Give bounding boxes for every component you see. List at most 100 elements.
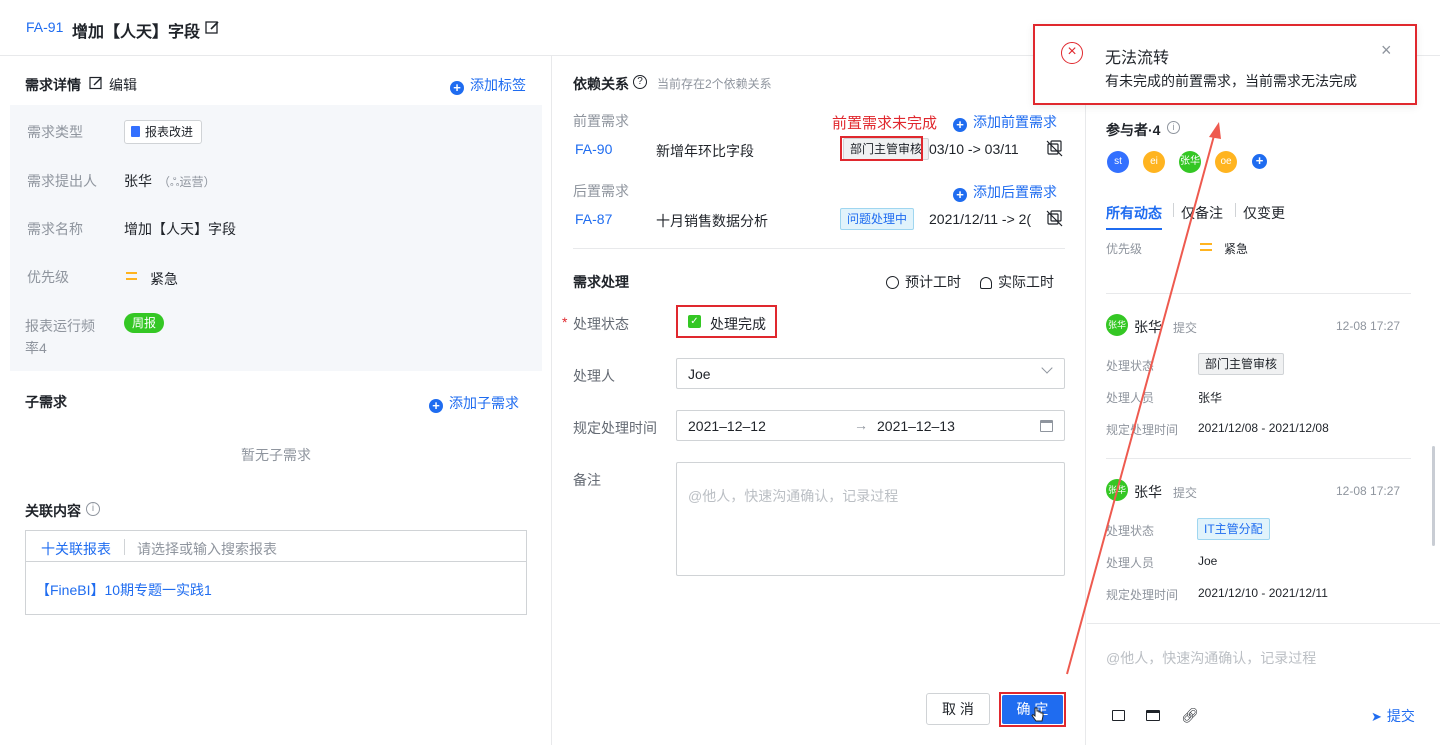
time-end[interactable]: 2021–12–13 bbox=[877, 418, 955, 434]
note-textarea[interactable]: @他人，快速沟通确认，记录过程 bbox=[676, 462, 1065, 576]
link-icon[interactable]: 🔗︎ bbox=[1181, 707, 1199, 724]
entry-status-tag: 部门主管审核 bbox=[1198, 353, 1285, 375]
tab-changes[interactable]: 仅变更 bbox=[1243, 203, 1285, 223]
entry-user: 张华 bbox=[1134, 319, 1162, 335]
entry-user: 张华 bbox=[1134, 484, 1162, 500]
plus-icon: + bbox=[953, 118, 967, 132]
add-related-button[interactable]: 十关联报表 bbox=[41, 539, 111, 559]
detail-title: 需求详情 bbox=[25, 77, 81, 93]
estimate-button[interactable]: 预计工时 bbox=[886, 272, 961, 292]
divider bbox=[1087, 623, 1440, 624]
note-label: 备注 bbox=[573, 472, 601, 488]
unlink-icon[interactable] bbox=[1046, 210, 1063, 227]
tab-notes[interactable]: 仅备注 bbox=[1181, 203, 1223, 223]
priority-icon bbox=[126, 272, 137, 280]
divider bbox=[573, 248, 1065, 249]
requester-dept: （ஃ运营） bbox=[158, 175, 216, 189]
entry-field-label: 处理人员 bbox=[1106, 556, 1155, 570]
avatar[interactable]: ei bbox=[1143, 151, 1165, 173]
edit-link[interactable]: 编辑 bbox=[109, 75, 137, 95]
plus-icon: + bbox=[429, 399, 443, 413]
pre-warning-text: 前置需求未完成 bbox=[832, 115, 938, 132]
entry-status-tag: IT主管分配 bbox=[1197, 518, 1270, 540]
status-value: 处理完成 bbox=[710, 316, 766, 332]
avatar[interactable]: st bbox=[1107, 151, 1129, 173]
unlink-icon[interactable] bbox=[1046, 140, 1063, 157]
pre-item-id[interactable]: FA-90 bbox=[575, 141, 612, 157]
field-label: 需求提出人 bbox=[27, 173, 97, 189]
calendar-icon bbox=[1040, 420, 1053, 432]
time-start[interactable]: 2021–12–12 bbox=[688, 418, 766, 434]
add-child-label: 添加子需求 bbox=[449, 395, 519, 411]
submit-button[interactable]: ➤ 提交 bbox=[1371, 706, 1415, 726]
add-child-button[interactable]: + 添加子需求 bbox=[429, 393, 519, 413]
entry-action: 提交 bbox=[1173, 321, 1198, 335]
chevron-down-icon bbox=[1041, 362, 1053, 374]
toast-title: 无法流转 bbox=[1105, 50, 1170, 67]
divider bbox=[124, 539, 125, 555]
handler-select[interactable]: Joe bbox=[676, 358, 1065, 389]
pre-item-name: 新增年环比字段 bbox=[656, 143, 754, 159]
highlight-box bbox=[840, 136, 923, 161]
type-value: 报表改进 bbox=[145, 125, 194, 139]
status-checkbox[interactable]: ✓ bbox=[688, 315, 701, 328]
post-item-id[interactable]: FA-87 bbox=[575, 211, 612, 227]
post-label: 后置需求 bbox=[573, 183, 629, 199]
actual-button[interactable]: 实际工时 bbox=[980, 272, 1054, 292]
entry-time: 12-08 17:27 bbox=[1336, 484, 1401, 498]
submit-label: 提交 bbox=[1386, 708, 1415, 724]
avatar: 张华 bbox=[1106, 479, 1128, 501]
info-icon[interactable]: i bbox=[86, 502, 100, 516]
dependency-title: 依赖关系 bbox=[573, 76, 629, 92]
cancel-button[interactable]: 取 消 bbox=[926, 693, 990, 725]
scrollbar[interactable] bbox=[1432, 446, 1435, 546]
entry-field-label: 处理人员 bbox=[1106, 391, 1155, 405]
related-item-link[interactable]: 【FineBI】10期专题一实践1 bbox=[36, 580, 212, 600]
related-box: 十关联报表 请选择或输入搜索报表 【FineBI】10期专题一实践1 bbox=[25, 530, 527, 615]
add-participant-button[interactable]: + bbox=[1252, 154, 1267, 169]
activity-field-value: 紧急 bbox=[1224, 242, 1249, 256]
entry-field-value: 2021/12/10 - 2021/12/11 bbox=[1198, 586, 1328, 600]
activity-field-label: 优先级 bbox=[1106, 242, 1143, 256]
related-search-input[interactable]: 请选择或输入搜索报表 bbox=[137, 539, 277, 559]
help-icon[interactable]: ? bbox=[633, 75, 647, 89]
issue-id[interactable]: FA-91 bbox=[26, 19, 63, 35]
clock-icon bbox=[886, 276, 899, 289]
process-title: 需求处理 bbox=[573, 274, 629, 290]
time-range-picker[interactable]: 2021–12–12 → 2021–12–13 bbox=[676, 410, 1065, 441]
field-label: 报表运行频率4 bbox=[25, 318, 95, 356]
avatar: 张华 bbox=[1106, 314, 1128, 336]
dependency-panel: 依赖关系 ? 当前存在2个依赖关系 前置需求 前置需求未完成 + 添加前置需求 F… bbox=[553, 56, 1086, 745]
plus-icon: + bbox=[450, 81, 464, 95]
add-post-button[interactable]: + 添加后置需求 bbox=[953, 182, 1057, 202]
page: FA-91 增加【人天】字段 需求详情 编辑 + 添加标签 需求类型 报表改进 需… bbox=[0, 0, 1440, 745]
detail-panel: 需求详情 编辑 + 添加标签 需求类型 报表改进 需求提出人 张华 （ஃ运营） 需… bbox=[0, 56, 552, 745]
tab-all[interactable]: 所有动态 bbox=[1106, 203, 1162, 223]
edit-icon[interactable] bbox=[205, 20, 220, 35]
error-icon: × bbox=[1061, 42, 1083, 64]
related-title: 关联内容 bbox=[25, 503, 81, 519]
send-icon: ➤ bbox=[1371, 709, 1382, 724]
field-label: 需求类型 bbox=[27, 124, 83, 140]
required-mark: * bbox=[562, 314, 568, 330]
edit-icon[interactable] bbox=[89, 76, 103, 90]
avatar[interactable]: oe bbox=[1215, 151, 1237, 173]
priority-icon bbox=[1200, 243, 1212, 251]
entry-action: 提交 bbox=[1173, 486, 1198, 500]
type-tag[interactable]: 报表改进 bbox=[124, 120, 203, 144]
avatar[interactable]: 张华 bbox=[1179, 151, 1201, 173]
frequency-badge[interactable]: 周报 bbox=[124, 313, 165, 333]
add-pre-button[interactable]: + 添加前置需求 bbox=[953, 112, 1057, 132]
comment-input[interactable]: @他人，快速沟通确认，记录过程 bbox=[1106, 648, 1316, 668]
close-icon[interactable]: × bbox=[1381, 40, 1392, 61]
image-icon[interactable] bbox=[1112, 710, 1125, 721]
tab-indicator bbox=[1106, 228, 1162, 230]
field-label: 需求名称 bbox=[27, 221, 83, 237]
field-box: 需求类型 报表改进 需求提出人 张华 （ஃ运营） 需求名称 增加【人天】字段 优… bbox=[10, 105, 542, 371]
add-tag-button[interactable]: + 添加标签 bbox=[450, 75, 526, 95]
participants-label: 参与者·4 bbox=[1106, 122, 1161, 138]
post-item-name: 十月销售数据分析 bbox=[656, 213, 768, 229]
folder-icon[interactable] bbox=[1146, 710, 1160, 721]
handler-value: Joe bbox=[688, 366, 711, 382]
info-icon[interactable]: i bbox=[1167, 121, 1180, 134]
